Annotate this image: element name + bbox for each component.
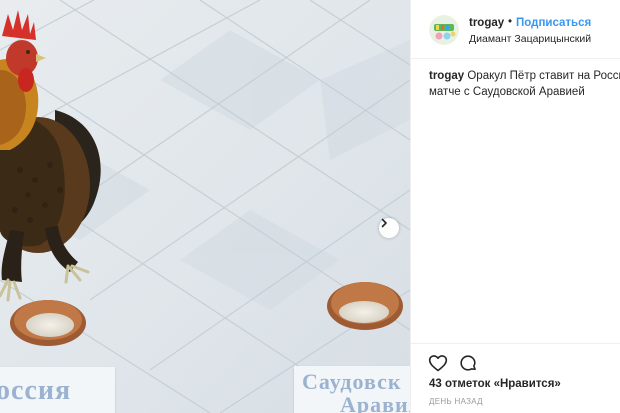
russia-sign-text: оссия: [0, 375, 72, 406]
comment-bubble-icon[interactable]: [458, 353, 478, 373]
photo-scene: [0, 0, 410, 413]
post-sidebar: trogay • Подписаться Диамант Зацарицынск…: [410, 0, 620, 413]
post-caption: trogay Оракул Пётр ставит на Россию в ма…: [429, 69, 620, 100]
russia-sign: оссия: [0, 367, 115, 413]
avatar-image: [429, 15, 459, 45]
left-bowl: [10, 300, 86, 346]
next-photo-button[interactable]: [379, 218, 399, 238]
right-bowl: [327, 282, 403, 330]
avatar[interactable]: [429, 15, 459, 45]
post-header: trogay • Подписаться Диамант Зацарицынск…: [411, 0, 620, 59]
location-link[interactable]: Диамант Зацарицынский: [469, 33, 591, 45]
post-timestamp[interactable]: ДЕНЬ НАЗАД: [429, 397, 483, 406]
post-photo[interactable]: оссия Саудовск Аравия: [0, 0, 410, 413]
chevron-right-icon: [381, 218, 387, 228]
username-link[interactable]: trogay: [469, 17, 504, 29]
caption-username[interactable]: trogay: [429, 70, 464, 82]
actions-divider: [411, 343, 620, 344]
saudi-sign-line2: Аравия: [340, 392, 410, 413]
follow-button[interactable]: Подписаться: [516, 17, 591, 29]
caption-line2: матче с Саудовской Аравией: [429, 85, 585, 98]
saudi-sign: Саудовск Аравия: [294, 366, 410, 413]
heart-outline-icon[interactable]: [428, 353, 448, 373]
separator-dot: •: [508, 16, 513, 28]
caption-line1: Оракул Пётр ставит на Россию в: [467, 70, 620, 82]
likes-count[interactable]: 43 отметок «Нравится»: [429, 378, 561, 390]
